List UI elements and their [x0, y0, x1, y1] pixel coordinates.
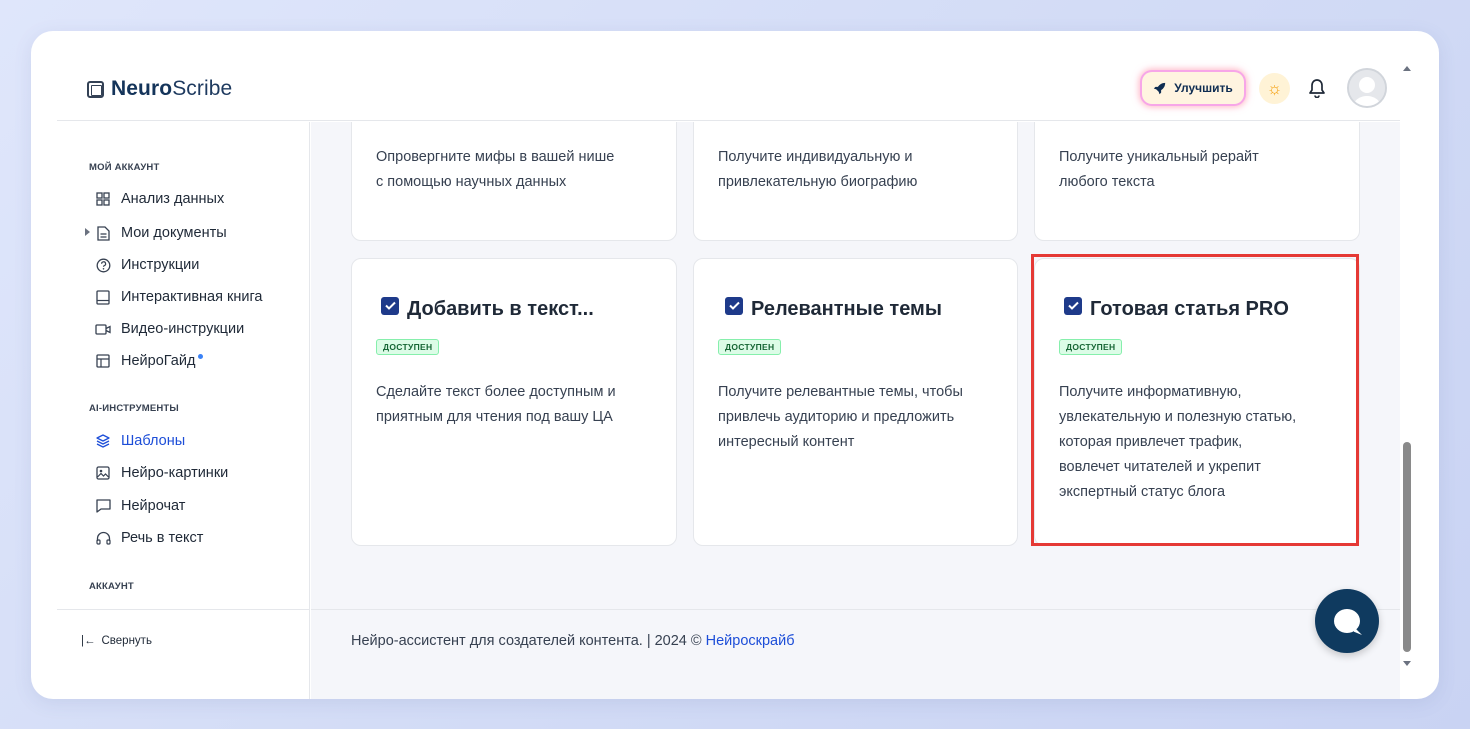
chat-icon	[1334, 609, 1360, 633]
grid-icon	[95, 191, 111, 207]
sidebar-item-neuro-images[interactable]: Нейро-картинки	[95, 462, 228, 484]
main-content: Опровергните мифы в вашей нише с помощью…	[311, 122, 1400, 699]
card-description: Получите индивидуальную и привлекательну…	[718, 149, 918, 190]
video-camera-icon	[95, 321, 111, 337]
section-label-ai-tools: AI-ИНСТРУМЕНТЫ	[89, 403, 179, 414]
sidebar-footer: |← Свернуть	[57, 609, 310, 699]
sidebar-item-label: Мои документы	[121, 225, 227, 241]
sidebar-item-label: Интерактивная книга	[121, 289, 263, 305]
sidebar: МОЙ АККАУНТ Анализ данных Мои документы …	[57, 122, 310, 699]
sidebar-item-label: Шаблоны	[121, 433, 186, 449]
sidebar-item-neurochat[interactable]: Нейрочат	[95, 495, 185, 517]
section-label-account: АККАУНТ	[89, 581, 134, 592]
collapse-sidebar-button[interactable]: |← Свернуть	[81, 635, 152, 647]
question-circle-icon	[95, 257, 111, 273]
sidebar-item-interactive-book[interactable]: Интерактивная книга	[95, 286, 263, 308]
chat-bubble-icon	[95, 498, 111, 514]
status-badge: ДОСТУПЕН	[718, 339, 782, 355]
book-icon	[95, 289, 111, 305]
sidebar-item-video-instructions[interactable]: Видео-инструкции	[95, 318, 244, 340]
collapse-arrow-icon: |←	[81, 635, 96, 647]
sidebar-item-neuroguide[interactable]: НейроГайд	[95, 350, 204, 372]
card-title: Релевантные темы	[725, 296, 942, 321]
footer-link[interactable]: Нейроскрайб	[706, 633, 795, 649]
sidebar-item-speech-to-text[interactable]: Речь в текст	[95, 527, 203, 549]
checkbox-icon	[381, 296, 399, 315]
card-description: Получите уникальный рерайт любого текста	[1059, 149, 1259, 190]
sidebar-item-label: Речь в текст	[121, 530, 204, 546]
upgrade-label: Улучшить	[1174, 81, 1233, 95]
sidebar-item-label: Инструкции	[121, 257, 200, 273]
new-indicator-dot	[198, 353, 204, 359]
template-card[interactable]: Получите индивидуальную и привлекательну…	[693, 122, 1018, 241]
sidebar-item-label: НейроГайд	[121, 353, 196, 369]
upgrade-button[interactable]: Улучшить	[1142, 72, 1244, 104]
rocket-icon	[1154, 82, 1166, 94]
card-description: Получите релевантные темы, чтобы привлеч…	[718, 384, 963, 450]
template-card-add-to-text[interactable]: Добавить в текст... ДОСТУПЕН Сделайте те…	[351, 258, 677, 546]
document-icon	[95, 225, 111, 241]
app-window: NeuroScribe Улучшить ☼ МОЙ АККАУНТ Анали…	[31, 31, 1439, 699]
sidebar-item-templates[interactable]: Шаблоны	[95, 430, 185, 452]
template-card-ready-article-pro[interactable]: Готовая статья PRO ДОСТУПЕН Получите инф…	[1034, 258, 1360, 546]
avatar-icon	[1349, 70, 1385, 106]
headphones-icon	[95, 530, 111, 546]
sun-icon: ☼	[1266, 78, 1283, 98]
image-icon	[95, 465, 111, 481]
card-title: Добавить в текст...	[381, 296, 594, 321]
checkbox-icon	[1064, 296, 1082, 315]
support-chat-button[interactable]	[1315, 589, 1379, 653]
theme-toggle-button[interactable]: ☼	[1259, 73, 1290, 104]
sidebar-item-instructions[interactable]: Инструкции	[95, 254, 199, 276]
card-title: Готовая статья PRO	[1064, 296, 1289, 321]
card-description: Получите информативную, увлекательную и …	[1059, 384, 1297, 500]
section-label-my-account: МОЙ АККАУНТ	[89, 162, 160, 173]
card-description: Опровергните мифы в вашей нише с помощью…	[376, 149, 615, 190]
expand-caret-icon[interactable]	[85, 228, 90, 236]
template-card[interactable]: Получите уникальный рерайт любого текста	[1034, 122, 1360, 241]
bell-icon	[1309, 79, 1325, 98]
notifications-button[interactable]	[1305, 76, 1329, 100]
top-header: NeuroScribe Улучшить ☼	[57, 31, 1400, 121]
page-footer: Нейро-ассистент для создателей контента.…	[311, 609, 1400, 699]
sidebar-item-label: Нейро-картинки	[121, 465, 229, 481]
logo[interactable]: NeuroScribe	[87, 77, 232, 101]
template-card-relevant-topics[interactable]: Релевантные темы ДОСТУПЕН Получите релев…	[693, 258, 1018, 546]
card-description: Сделайте текст более доступным и приятны…	[376, 384, 616, 425]
logo-icon	[87, 80, 104, 98]
status-badge: ДОСТУПЕН	[376, 339, 440, 355]
layers-icon	[95, 433, 111, 449]
sidebar-item-label: Анализ данных	[121, 191, 225, 207]
user-avatar[interactable]	[1347, 68, 1387, 108]
scroll-up-arrow-icon[interactable]	[1403, 66, 1411, 71]
sidebar-item-documents[interactable]: Мои документы	[85, 222, 227, 244]
sidebar-item-analytics[interactable]: Анализ данных	[95, 188, 224, 210]
footer-text: Нейро-ассистент для создателей контента.…	[351, 633, 795, 649]
checkbox-icon	[725, 296, 743, 315]
sidebar-item-label: Видео-инструкции	[121, 321, 245, 337]
brand-name: NeuroScribe	[111, 77, 233, 100]
template-card[interactable]: Опровергните мифы в вашей нише с помощью…	[351, 122, 677, 241]
sidebar-item-label: Нейрочат	[121, 498, 186, 514]
scroll-down-arrow-icon[interactable]	[1403, 661, 1411, 666]
table-icon	[95, 353, 111, 369]
scrollbar-thumb[interactable]	[1403, 442, 1411, 652]
collapse-label: Свернуть	[101, 635, 152, 647]
status-badge: ДОСТУПЕН	[1059, 339, 1123, 355]
scrollbar[interactable]	[1400, 61, 1414, 671]
